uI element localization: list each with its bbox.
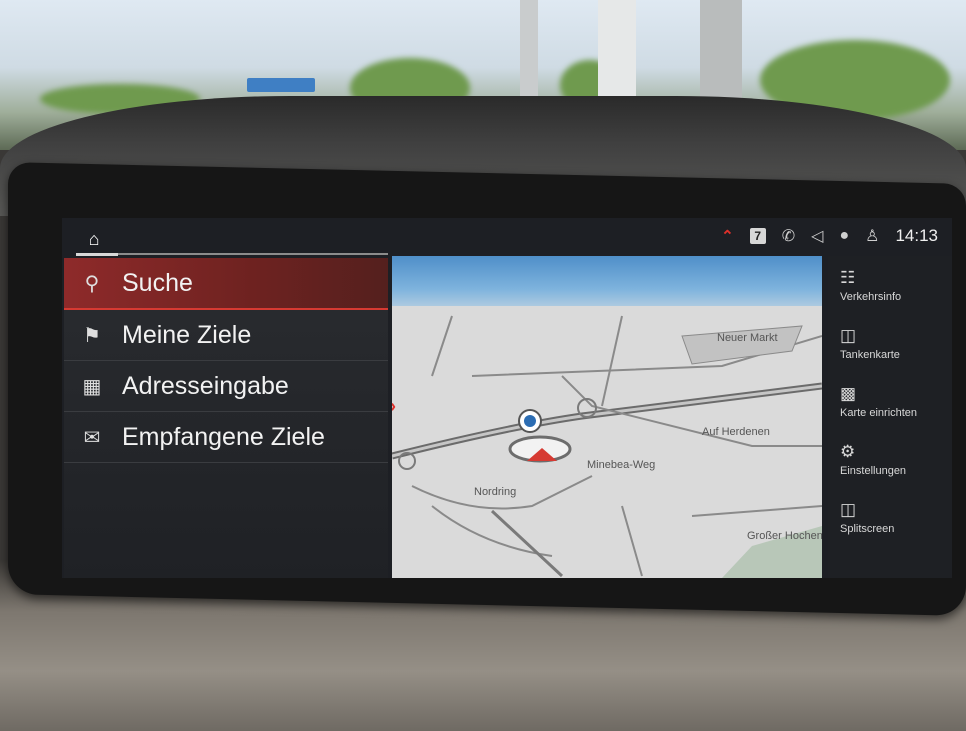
fuel-map-icon: ◫ — [840, 325, 857, 345]
chevron-up-icon[interactable]: ⌃ — [721, 227, 734, 245]
navigation-map[interactable]: › Neuer Markt Auf Herdenen Minebea-Weg N… — [392, 256, 822, 578]
search-icon: ⚲ — [84, 272, 100, 295]
gear-icon: ⚙ — [840, 441, 856, 461]
map-label-minebea-weg: Minebea-Weg — [587, 459, 656, 471]
einstellungen-button[interactable]: ⚙ Einstellungen — [828, 430, 952, 488]
menu-item-adresseingabe[interactable]: ▦ Adresseingabe — [64, 361, 388, 412]
menu-item-empfangene-ziele[interactable]: ✉ Empfangene Ziele — [64, 412, 388, 463]
user-profile-icon[interactable]: ♙ — [865, 226, 879, 246]
map-options-panel: ☷ Verkehrsinfo ◫ Tankenkarte ▩ Karte ein… — [828, 256, 952, 578]
tankenkarte-button[interactable]: ◫ Tankenkarte — [828, 314, 952, 372]
side-item-label: Einstellungen — [840, 464, 907, 477]
traffic-info-icon: ☷ — [840, 267, 856, 287]
microphone-icon[interactable]: ● — [839, 227, 849, 245]
status-icons: ⌃ 7 ✆ ◁ ● ♙ 14:13 — [721, 226, 938, 246]
menu-item-meine-ziele[interactable]: ⚑ Meine Ziele — [64, 310, 388, 361]
karte-einrichten-button[interactable]: ▩ Karte einrichten — [828, 372, 952, 430]
map-settings-icon: ▩ — [840, 383, 857, 403]
side-item-label: Verkehrsinfo — [840, 290, 902, 303]
map-label-auf-herdenen: Auf Herdenen — [702, 426, 770, 438]
menu-item-label: Empfangene Ziele — [122, 422, 325, 451]
menu-item-label: Meine Ziele — [122, 320, 252, 349]
infotainment-screen: ⌂ ⌃ 7 ✆ ◁ ● ♙ 14:13 ⚲ Suche ⚑ Meine Ziel… — [62, 218, 952, 578]
offscreen-arrow-icon: › — [392, 396, 396, 417]
home-button[interactable]: ⌂ — [70, 222, 118, 256]
side-item-label: Tankenkarte — [840, 348, 900, 361]
signboard — [247, 78, 315, 92]
splitscreen-icon: ◫ — [840, 499, 857, 519]
status-bar: ⌂ ⌃ 7 ✆ ◁ ● ♙ 14:13 — [62, 218, 952, 256]
header-divider — [118, 253, 388, 255]
side-item-label: Splitscreen — [840, 522, 895, 535]
navigation-menu: ⚲ Suche ⚑ Meine Ziele ▦ Adresseingabe ✉ … — [64, 258, 388, 578]
clock: 14:13 — [895, 226, 938, 245]
side-item-label: Karte einrichten — [840, 406, 918, 419]
map-label-neuer-markt: Neuer Markt — [717, 332, 778, 344]
buildings-icon: ▦ — [82, 375, 102, 398]
home-icon: ⌂ — [88, 228, 100, 249]
menu-item-label: Suche — [122, 268, 193, 297]
flag-person-icon: ⚑ — [83, 324, 101, 347]
phone-bluetooth-icon: ✆ — [781, 228, 796, 245]
map-label-nordring: Nordring — [474, 486, 517, 498]
menu-item-label: Adresseingabe — [122, 371, 289, 400]
notification-badge[interactable]: 7 — [749, 228, 766, 244]
menu-item-suche[interactable]: ⚲ Suche — [64, 258, 388, 310]
volume-icon[interactable]: ◁ — [811, 226, 823, 246]
splitscreen-button[interactable]: ◫ Splitscreen — [828, 488, 952, 546]
map-label-grosser-hochenwald: Großer Hochenwa — [747, 530, 822, 542]
verkehrsinfo-button[interactable]: ☷ Verkehrsinfo — [828, 256, 952, 314]
flag-envelope-icon: ✉ — [83, 426, 101, 449]
